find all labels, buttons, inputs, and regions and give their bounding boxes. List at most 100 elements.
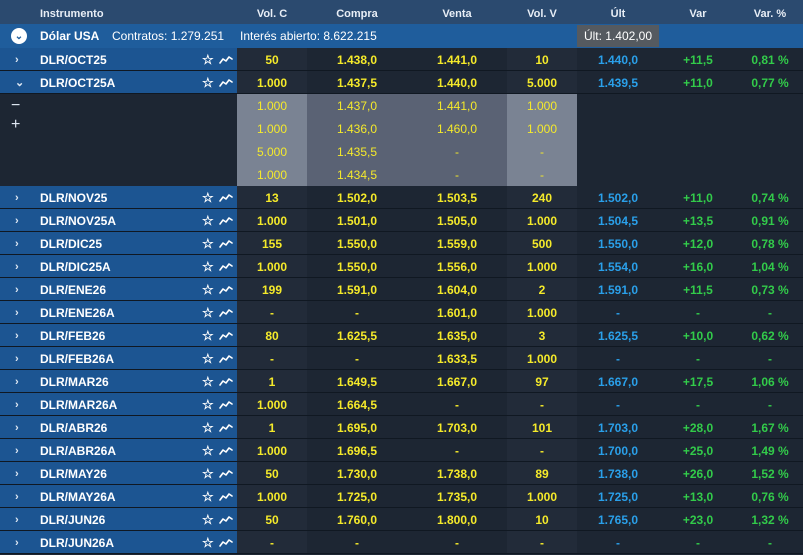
instrument-name[interactable]: DLR/MAR26A bbox=[40, 393, 117, 416]
compra-value[interactable]: 1.550,0 bbox=[307, 232, 407, 255]
venta-value[interactable]: 1.604,0 bbox=[407, 278, 507, 301]
instrument-name[interactable]: DLR/FEB26 bbox=[40, 324, 105, 347]
depth-venta[interactable]: 1.460,0 bbox=[407, 117, 507, 140]
venta-value[interactable]: - bbox=[407, 439, 507, 462]
venta-value[interactable]: 1.559,0 bbox=[407, 232, 507, 255]
star-icon[interactable]: ☆ bbox=[202, 370, 214, 393]
instrument-name[interactable]: DLR/NOV25 bbox=[40, 186, 107, 209]
depth-compra[interactable]: 1.435,5 bbox=[307, 140, 407, 163]
instrument-name[interactable]: DLR/ENE26A bbox=[40, 301, 115, 324]
trend-chart-icon[interactable] bbox=[219, 284, 233, 295]
table-row[interactable]: › DLR/ENE26A ☆ - - 1.601,0 1.000 - - - bbox=[0, 301, 803, 324]
instrument-name[interactable]: DLR/ABR26 bbox=[40, 416, 107, 439]
table-row[interactable]: › DLR/ABR26A ☆ 1.000 1.696,5 - - 1.700,0… bbox=[0, 439, 803, 462]
group-row-dolar-usa[interactable]: ⌄ Dólar USA Contratos: 1.279.251 Interés… bbox=[0, 24, 803, 48]
table-row[interactable]: › DLR/ABR26 ☆ 1 1.695,0 1.703,0 101 1.70… bbox=[0, 416, 803, 439]
star-icon[interactable]: ☆ bbox=[202, 71, 214, 94]
venta-value[interactable]: 1.738,0 bbox=[407, 462, 507, 485]
chevron-right-icon[interactable]: › bbox=[15, 439, 19, 462]
trend-chart-icon[interactable] bbox=[219, 77, 233, 88]
table-row[interactable]: › DLR/DIC25 ☆ 155 1.550,0 1.559,0 500 1.… bbox=[0, 232, 803, 255]
compra-value[interactable]: 1.438,0 bbox=[307, 48, 407, 71]
star-icon[interactable]: ☆ bbox=[202, 301, 214, 324]
venta-value[interactable]: 1.667,0 bbox=[407, 370, 507, 393]
venta-value[interactable]: 1.703,0 bbox=[407, 416, 507, 439]
table-row[interactable]: › DLR/MAY26A ☆ 1.000 1.725,0 1.735,0 1.0… bbox=[0, 485, 803, 508]
instrument-name[interactable]: DLR/MAY26 bbox=[40, 462, 107, 485]
compra-value[interactable]: 1.591,0 bbox=[307, 278, 407, 301]
trend-chart-icon[interactable] bbox=[219, 514, 233, 525]
trend-chart-icon[interactable] bbox=[219, 537, 233, 548]
venta-value[interactable]: 1.633,5 bbox=[407, 347, 507, 370]
venta-value[interactable]: 1.735,0 bbox=[407, 485, 507, 508]
table-row[interactable]: › DLR/JUN26A ☆ - - - - - - - bbox=[0, 531, 803, 554]
star-icon[interactable]: ☆ bbox=[202, 531, 214, 554]
depth-venta[interactable]: 1.441,0 bbox=[407, 94, 507, 117]
star-icon[interactable]: ☆ bbox=[202, 255, 214, 278]
instrument-name[interactable]: DLR/FEB26A bbox=[40, 347, 114, 370]
chevron-right-icon[interactable]: › bbox=[15, 531, 19, 554]
col-compra[interactable]: Compra bbox=[307, 0, 407, 27]
table-row[interactable]: › DLR/DIC25A ☆ 1.000 1.550,0 1.556,0 1.0… bbox=[0, 255, 803, 278]
trend-chart-icon[interactable] bbox=[219, 54, 233, 65]
venta-value[interactable]: - bbox=[407, 531, 507, 554]
chevron-right-icon[interactable]: › bbox=[15, 393, 19, 416]
compra-value[interactable]: - bbox=[307, 301, 407, 324]
compra-value[interactable]: 1.649,5 bbox=[307, 370, 407, 393]
instrument-name[interactable]: DLR/MAY26A bbox=[40, 485, 116, 508]
star-icon[interactable]: ☆ bbox=[202, 462, 214, 485]
star-icon[interactable]: ☆ bbox=[202, 485, 214, 508]
compra-value[interactable]: 1.437,5 bbox=[307, 71, 407, 94]
chevron-right-icon[interactable]: › bbox=[15, 324, 19, 347]
table-row[interactable]: › DLR/NOV25 ☆ 13 1.502,0 1.503,5 240 1.5… bbox=[0, 186, 803, 209]
col-instrument[interactable]: Instrumento bbox=[0, 0, 237, 27]
venta-value[interactable]: 1.635,0 bbox=[407, 324, 507, 347]
compra-value[interactable]: 1.664,5 bbox=[307, 393, 407, 416]
trend-chart-icon[interactable] bbox=[219, 445, 233, 456]
col-vol-v[interactable]: Vol. V bbox=[507, 0, 577, 27]
trend-chart-icon[interactable] bbox=[219, 491, 233, 502]
instrument-name[interactable]: DLR/ENE26 bbox=[40, 278, 106, 301]
table-row[interactable]: › DLR/FEB26A ☆ - - 1.633,5 1.000 - - - bbox=[0, 347, 803, 370]
venta-value[interactable]: 1.503,5 bbox=[407, 186, 507, 209]
trend-chart-icon[interactable] bbox=[219, 261, 233, 272]
chevron-right-icon[interactable]: › bbox=[15, 278, 19, 301]
chevron-right-icon[interactable]: › bbox=[15, 209, 19, 232]
table-row[interactable]: › DLR/MAR26A ☆ 1.000 1.664,5 - - - - - bbox=[0, 393, 803, 416]
compra-value[interactable]: 1.501,0 bbox=[307, 209, 407, 232]
venta-value[interactable]: 1.800,0 bbox=[407, 508, 507, 531]
star-icon[interactable]: ☆ bbox=[202, 439, 214, 462]
chevron-right-icon[interactable]: ⌄ bbox=[15, 71, 24, 94]
venta-value[interactable]: 1.601,0 bbox=[407, 301, 507, 324]
chevron-right-icon[interactable]: › bbox=[15, 186, 19, 209]
star-icon[interactable]: ☆ bbox=[202, 347, 214, 370]
table-row[interactable]: › DLR/ENE26 ☆ 199 1.591,0 1.604,0 2 1.59… bbox=[0, 278, 803, 301]
compra-value[interactable]: 1.725,0 bbox=[307, 485, 407, 508]
chevron-right-icon[interactable]: › bbox=[15, 508, 19, 531]
trend-chart-icon[interactable] bbox=[219, 215, 233, 226]
star-icon[interactable]: ☆ bbox=[202, 508, 214, 531]
instrument-name[interactable]: DLR/MAR26 bbox=[40, 370, 109, 393]
depth-compra[interactable]: 1.434,5 bbox=[307, 163, 407, 186]
trend-chart-icon[interactable] bbox=[219, 307, 233, 318]
chevron-right-icon[interactable]: › bbox=[15, 255, 19, 278]
trend-chart-icon[interactable] bbox=[219, 353, 233, 364]
chevron-right-icon[interactable]: › bbox=[15, 347, 19, 370]
compra-value[interactable]: 1.625,5 bbox=[307, 324, 407, 347]
star-icon[interactable]: ☆ bbox=[202, 209, 214, 232]
compra-value[interactable]: 1.760,0 bbox=[307, 508, 407, 531]
chevron-right-icon[interactable]: › bbox=[15, 485, 19, 508]
chevron-down-circle-icon[interactable]: ⌄ bbox=[11, 28, 27, 44]
venta-value[interactable]: 1.441,0 bbox=[407, 48, 507, 71]
trend-chart-icon[interactable] bbox=[219, 376, 233, 387]
star-icon[interactable]: ☆ bbox=[202, 186, 214, 209]
chevron-right-icon[interactable]: › bbox=[15, 370, 19, 393]
instrument-name[interactable]: DLR/ABR26A bbox=[40, 439, 116, 462]
trend-chart-icon[interactable] bbox=[219, 422, 233, 433]
star-icon[interactable]: ☆ bbox=[202, 48, 214, 71]
depth-compra[interactable]: 1.437,0 bbox=[307, 94, 407, 117]
table-row[interactable]: › DLR/OCT25 ☆ 50 1.438,0 1.441,0 10 1.44… bbox=[0, 48, 803, 71]
depth-venta[interactable]: - bbox=[407, 140, 507, 163]
table-row[interactable]: ⌄ DLR/OCT25A ☆ 1.000 1.437,5 1.440,0 5.0… bbox=[0, 71, 803, 94]
star-icon[interactable]: ☆ bbox=[202, 393, 214, 416]
